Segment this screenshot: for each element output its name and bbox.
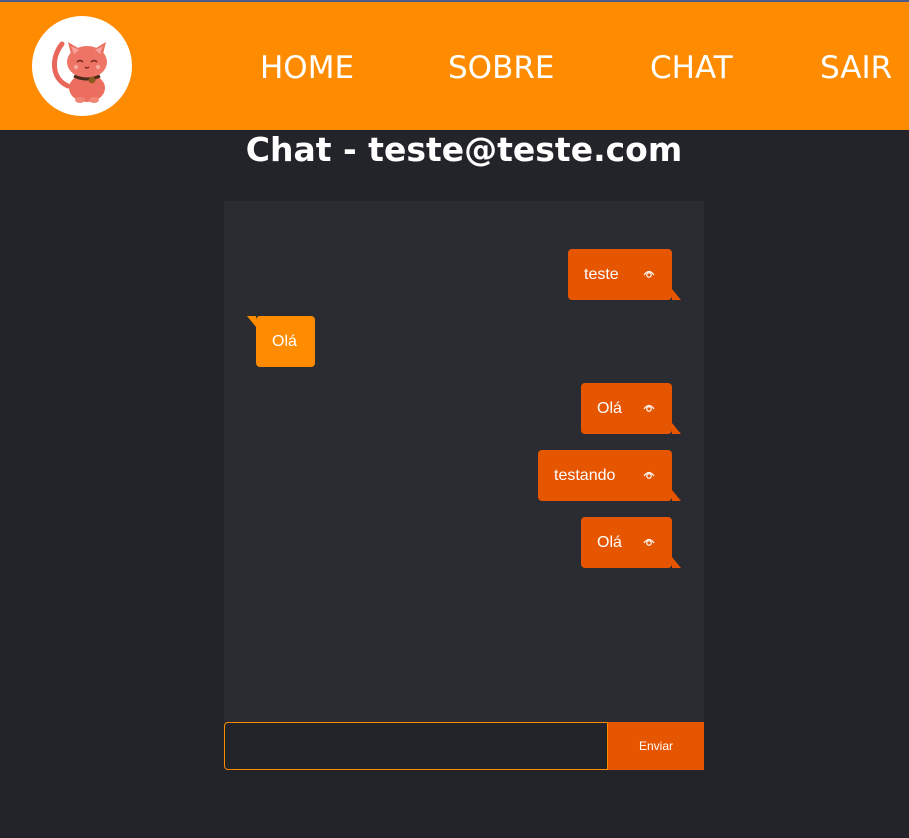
page-title: Chat - teste@teste.com: [245, 130, 683, 169]
chat-message-sent: Olá: [581, 517, 681, 568]
nav-link-home[interactable]: HOME: [260, 50, 354, 86]
message-text: Olá: [272, 333, 297, 350]
eye-icon: [643, 471, 655, 479]
nav-link-sobre[interactable]: SOBRE: [448, 50, 554, 86]
nav-link-chat[interactable]: CHAT: [650, 50, 733, 86]
chat-message-sent: Olá: [581, 383, 681, 434]
message-text: teste: [584, 266, 619, 283]
eye-icon: [643, 270, 655, 278]
chat-message-sent: teste: [568, 249, 681, 300]
navbar: HOME SOBRE CHAT SAIR: [0, 2, 909, 130]
message-text: testando: [554, 467, 616, 484]
chat-message-sent: testando: [538, 450, 681, 501]
cat-mascot-icon[interactable]: [32, 16, 132, 116]
send-button[interactable]: Enviar: [608, 722, 704, 770]
nav-link-sair[interactable]: SAIR: [820, 50, 892, 86]
message-text: Olá: [597, 534, 622, 551]
chat-messages-panel[interactable]: teste Olá Olá testando Olá: [224, 201, 704, 723]
eye-icon: [643, 538, 655, 546]
message-text: Olá: [597, 400, 622, 417]
chat-message-received: Olá: [247, 316, 315, 367]
message-input[interactable]: [224, 722, 608, 770]
eye-icon: [643, 404, 655, 412]
